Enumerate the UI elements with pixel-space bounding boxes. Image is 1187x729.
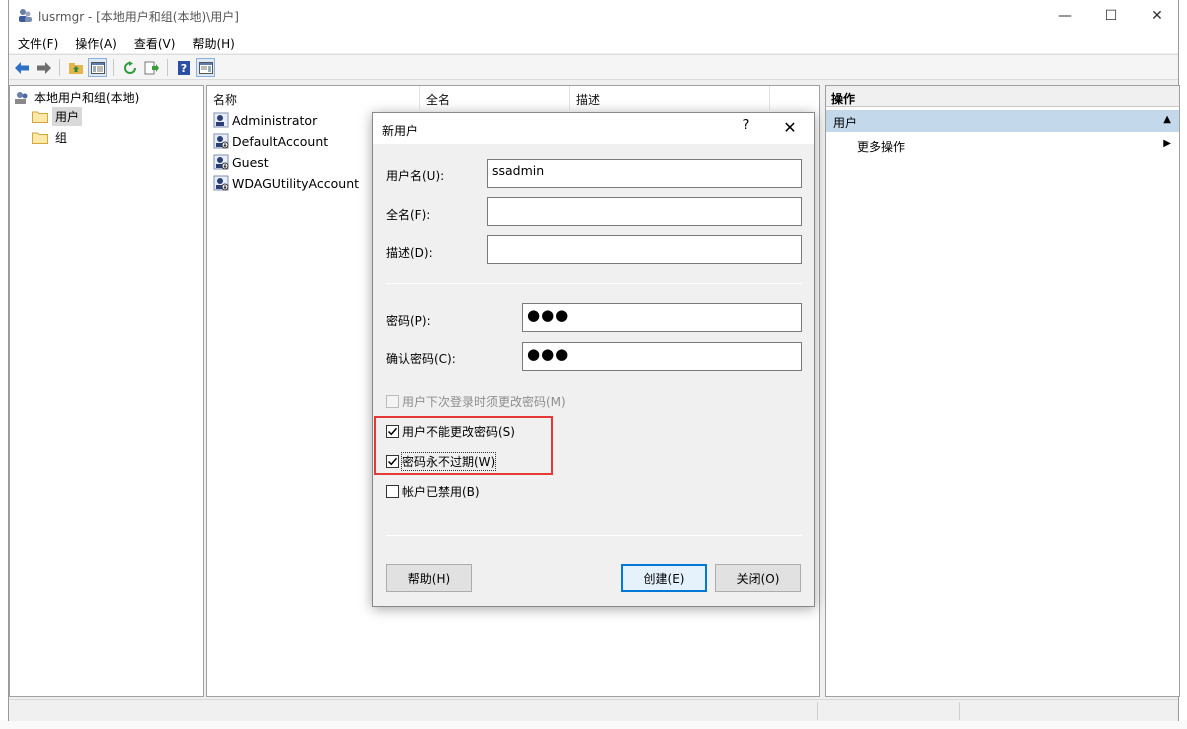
tree-root-local-users-groups[interactable]: 本地用户和组(本地) <box>14 89 139 106</box>
description-label: 描述(D): <box>386 246 433 260</box>
user-row-guest[interactable]: Guest <box>213 154 269 170</box>
toolbar-separator <box>167 59 168 76</box>
confirm-password-input[interactable]: ●●● <box>522 342 802 371</box>
close-button[interactable]: 关闭(O) <box>715 564 801 592</box>
user-name: DefaultAccount <box>232 133 329 149</box>
tree-item-groups[interactable]: 组 <box>32 128 70 147</box>
checkbox-label: 密码永不过期(W) <box>400 452 497 471</box>
checkbox-label: 帐户已禁用(B) <box>402 485 480 499</box>
password-label: 密码(P): <box>386 314 431 328</box>
show-hide-tree-icon[interactable] <box>88 58 107 77</box>
description-input[interactable] <box>487 235 802 264</box>
tree-root-label: 本地用户和组(本地) <box>34 91 140 105</box>
column-header-name[interactable]: 名称 <box>207 86 420 110</box>
user-account-disabled-icon <box>213 154 229 170</box>
forward-arrow-icon[interactable] <box>34 58 53 77</box>
minimize-button[interactable]: — <box>1042 0 1088 32</box>
menu-view[interactable]: 查看(V) <box>125 32 184 53</box>
menu-file[interactable]: 文件(F) <box>9 32 66 53</box>
user-account-icon <box>213 112 229 128</box>
checkbox-box-checked[interactable] <box>386 425 399 438</box>
user-name: Guest <box>232 154 269 170</box>
password-input[interactable]: ●●● <box>522 303 802 332</box>
close-window-button[interactable]: ✕ <box>1134 0 1180 32</box>
folder-icon <box>32 132 48 144</box>
users-app-icon <box>19 9 32 22</box>
actions-header: 操作 <box>826 86 1179 107</box>
actions-pane: 操作 用户 ▲ 更多操作 ▶ <box>825 85 1180 697</box>
user-name: Administrator <box>232 112 318 128</box>
submenu-arrow-icon[interactable]: ▶ <box>1163 138 1171 149</box>
user-account-disabled-icon <box>213 133 229 149</box>
checkmark-icon <box>387 457 398 466</box>
checkbox-box[interactable] <box>386 395 399 408</box>
status-divider <box>817 702 818 720</box>
svg-text:?: ? <box>180 62 186 75</box>
console-tree-pane: 本地用户和组(本地) 用户 组 <box>9 85 204 697</box>
export-list-icon[interactable] <box>142 58 161 77</box>
user-row-defaultaccount[interactable]: DefaultAccount <box>213 133 328 149</box>
username-label: 用户名(U): <box>386 169 445 183</box>
users-groups-icon <box>15 91 28 104</box>
column-header-fullname[interactable]: 全名 <box>420 86 570 110</box>
back-arrow-icon[interactable] <box>12 58 31 77</box>
create-button[interactable]: 创建(E) <box>621 564 707 592</box>
window-title: lusrmgr - [本地用户和组(本地)\用户] <box>38 10 239 24</box>
background-window-left <box>0 0 8 729</box>
dialog-title-bar[interactable]: 新用户 ? ✕ <box>373 113 814 144</box>
checkbox-account-disabled[interactable]: 帐户已禁用(B) <box>386 483 480 500</box>
user-name: WDAGUtilityAccount <box>232 175 360 191</box>
checkbox-password-never-expires[interactable]: 密码永不过期(W) <box>386 452 497 471</box>
confirm-password-label: 确认密码(C): <box>386 352 456 366</box>
status-bar <box>9 699 1178 721</box>
background-window-right <box>1179 0 1187 729</box>
more-actions-item[interactable]: 更多操作 <box>857 138 905 155</box>
toolbar: ? <box>9 54 1178 80</box>
collapse-up-icon[interactable]: ▲ <box>1163 114 1171 125</box>
dialog-separator <box>386 535 802 536</box>
menu-action[interactable]: 操作(A) <box>66 32 125 53</box>
maximize-button[interactable]: ☐ <box>1088 0 1134 32</box>
column-header-description[interactable]: 描述 <box>570 86 770 110</box>
dialog-help-button-bottom[interactable]: 帮助(H) <box>386 564 472 592</box>
show-hide-action-pane-icon[interactable] <box>196 58 215 77</box>
checkbox-label: 用户不能更改密码(S) <box>402 425 515 439</box>
new-user-dialog: 新用户 ? ✕ 用户名(U): ssadmin 全名(F): 描述(D): 密码… <box>372 112 815 607</box>
dialog-close-button[interactable]: ✕ <box>779 118 801 140</box>
status-divider <box>959 702 960 720</box>
refresh-icon[interactable] <box>120 58 139 77</box>
checkmark-icon <box>387 427 398 436</box>
menu-bar: 文件(F) 操作(A) 查看(V) 帮助(H) <box>9 32 1178 53</box>
user-account-disabled-icon <box>213 175 229 191</box>
user-row-administrator[interactable]: Administrator <box>213 112 317 128</box>
dialog-help-button[interactable]: ? <box>735 118 757 140</box>
up-folder-icon[interactable] <box>66 58 85 77</box>
folder-icon <box>32 111 48 123</box>
user-row-wdagutilityaccount[interactable]: WDAGUtilityAccount <box>213 175 359 191</box>
actions-section-users[interactable]: 用户 ▲ <box>826 110 1179 132</box>
tree-item-label: 用户 <box>52 107 83 126</box>
checkbox-label: 用户下次登录时须更改密码(M) <box>402 395 566 409</box>
dialog-separator <box>386 283 802 284</box>
menu-help[interactable]: 帮助(H) <box>183 32 242 53</box>
fullname-label: 全名(F): <box>386 208 431 222</box>
tree-item-label: 组 <box>55 131 68 145</box>
checkbox-box[interactable] <box>386 485 399 498</box>
username-input[interactable]: ssadmin <box>487 159 802 188</box>
tree-item-users[interactable]: 用户 <box>32 107 83 126</box>
toolbar-separator <box>113 59 114 76</box>
actions-section-label: 用户 <box>833 116 858 130</box>
checkbox-box-checked[interactable] <box>386 455 399 468</box>
fullname-input[interactable] <box>487 197 802 226</box>
checkbox-must-change-password[interactable]: 用户下次登录时须更改密码(M) <box>386 393 566 410</box>
title-bar[interactable]: lusrmgr - [本地用户和组(本地)\用户] — ☐ ✕ <box>9 0 1178 32</box>
help-icon[interactable]: ? <box>174 58 193 77</box>
toolbar-separator <box>59 59 60 76</box>
checkbox-cannot-change-password[interactable]: 用户不能更改密码(S) <box>386 423 515 440</box>
background-window-bottom <box>0 720 1187 729</box>
dialog-title: 新用户 <box>382 124 419 138</box>
